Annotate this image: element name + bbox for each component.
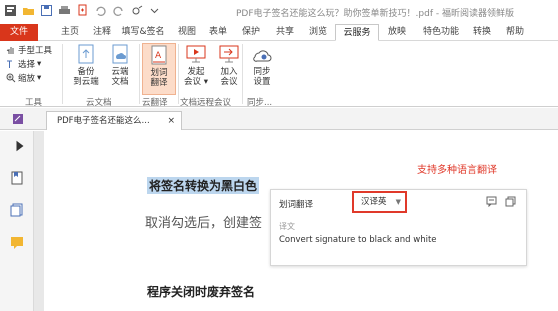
svg-text:A: A: [155, 51, 162, 61]
document-body-text: 取消勾选后，创建签: [145, 216, 263, 231]
document-tab-title: PDF电子签名还能这么...: [57, 116, 150, 126]
sync-label-1: 同步: [253, 67, 271, 77]
redo-icon[interactable]: [112, 4, 125, 17]
app-logo-icon: [5, 5, 16, 16]
tab-protect[interactable]: 保护: [239, 24, 263, 41]
start-meeting-label-2: 会议 ▾: [179, 77, 213, 87]
select-tool-button[interactable]: 选择 ▾: [6, 58, 41, 70]
translate-icon: A: [151, 45, 167, 65]
menu-bar: 文件 主页 注释 填写&签名 视图 表单 保护 共享 浏览 云服务 放映 特色功…: [0, 24, 558, 41]
tab-browse[interactable]: 浏览: [306, 24, 330, 41]
annotation-callout: 支持多种语言翻译: [417, 165, 497, 176]
save-icon[interactable]: [40, 4, 53, 17]
customize-dropdown-icon[interactable]: [148, 4, 161, 17]
pages-panel-icon[interactable]: [10, 203, 24, 217]
group-divider: [62, 44, 63, 104]
group-divider: [242, 44, 243, 104]
copy-icon[interactable]: [505, 196, 516, 207]
expand-panel-icon[interactable]: [13, 139, 27, 153]
tab-home[interactable]: 主页: [58, 24, 82, 41]
tab-comment[interactable]: 注释: [90, 24, 114, 41]
language-select-value: 汉译英: [361, 197, 387, 207]
start-meeting-label-1: 发起: [187, 67, 205, 77]
backup-label-1: 备份: [77, 67, 95, 77]
new-doc-icon[interactable]: [76, 4, 89, 17]
hand-icon: [6, 47, 14, 54]
undo-icon[interactable]: [94, 4, 107, 17]
start-meeting-label-text: 会议: [184, 77, 202, 87]
navigation-panel: [0, 131, 34, 311]
panel-resize-bar[interactable]: [34, 131, 44, 311]
hand-tool-label: 手型工具: [18, 46, 53, 56]
translate-popup: 划词翻译 汉译英 ▼ 译文 Convert signature to black…: [270, 189, 527, 266]
cloud-documents-button[interactable]: 云端 文档: [103, 43, 137, 87]
translate-popup-title: 划词翻译: [279, 200, 314, 210]
start-meeting-icon: [186, 45, 206, 63]
group-label-cloud-doc: 云文档: [86, 98, 112, 108]
comments-panel-icon[interactable]: [10, 235, 24, 249]
backup-to-cloud-button[interactable]: 备份 到云端: [69, 43, 103, 87]
hand-tool-icon[interactable]: [130, 4, 143, 17]
close-tab-icon[interactable]: ×: [167, 112, 175, 130]
comment-icon[interactable]: [486, 196, 497, 207]
zoom-tool-label: 缩放: [18, 74, 36, 84]
join-meeting-label-1: 加入: [220, 67, 238, 77]
zoom-icon: [6, 73, 16, 83]
tab-file[interactable]: 文件: [0, 24, 38, 41]
backup-cloud-icon: [78, 44, 94, 64]
translate-label-1: 划词: [150, 68, 168, 78]
tab-convert[interactable]: 转换: [470, 24, 494, 41]
document-heading-selected[interactable]: 将签名转换为黑白色: [147, 177, 260, 194]
sync-settings-button[interactable]: 同步 设置: [245, 43, 279, 87]
title-bar: PDF电子签名还能这么玩？助你签单新技巧！.pdf - 福昕阅读器领鲜版: [0, 0, 558, 24]
join-meeting-button[interactable]: 加入 会议: [212, 43, 246, 87]
document-heading-2: 程序关闭时废弃签名: [147, 285, 256, 299]
start-meeting-button[interactable]: 发起 会议 ▾: [179, 43, 213, 87]
cloud-docs-label-1: 云端: [111, 67, 129, 77]
zoom-dropdown-icon: ▾: [37, 73, 42, 83]
text-select-icon: [7, 60, 12, 68]
group-label-cloud-translate: 云翻译: [142, 98, 168, 108]
join-meeting-label-2: 会议: [220, 77, 238, 87]
tab-form[interactable]: 表单: [206, 24, 230, 41]
sync-label-2: 设置: [253, 77, 271, 87]
tab-share[interactable]: 共享: [273, 24, 297, 41]
word-translate-button[interactable]: A 划词 翻译: [142, 43, 176, 95]
group-divider: [139, 44, 140, 104]
document-tab[interactable]: PDF电子签名还能这么... ×: [46, 111, 182, 130]
open-folder-icon[interactable]: [22, 4, 35, 17]
join-meeting-icon: [219, 45, 239, 63]
tab-cloud-service[interactable]: 云服务: [335, 24, 379, 41]
cloud-document-icon: [112, 44, 128, 64]
document-tab-bar: PDF电子签名还能这么... ×: [0, 108, 558, 130]
tab-menu-icon[interactable]: [12, 113, 24, 125]
translate-label-2: 翻译: [150, 78, 168, 88]
bookmark-panel-icon[interactable]: [10, 171, 24, 185]
hand-tool-button[interactable]: 手型工具: [6, 44, 52, 56]
tab-fill-sign[interactable]: 填写&签名: [121, 24, 165, 41]
chevron-down-icon: ▼: [395, 198, 401, 206]
tab-features[interactable]: 特色功能: [419, 24, 463, 41]
translation-result: Convert signature to black and white: [279, 235, 437, 245]
tab-slideshow[interactable]: 放映: [385, 24, 409, 41]
backup-label-2: 到云端: [73, 77, 99, 87]
group-label-tools: 工具: [25, 98, 43, 108]
window-title: PDF电子签名还能这么玩？助你签单新技巧！.pdf - 福昕阅读器领鲜版: [236, 9, 514, 19]
ribbon: 手型工具 选择 ▾ 缩放 ▾ 工具 备份 到云端 云端 文档 云文档 A 划词 …: [0, 41, 558, 108]
document-page: 将签名转换为黑白色 取消勾选后，创建签 程序关闭时废弃签名 支持多种语言翻译 划…: [44, 131, 558, 311]
translation-label: 译文: [279, 222, 295, 231]
zoom-tool-button[interactable]: 缩放 ▾: [6, 72, 41, 84]
sync-settings-icon: [253, 50, 272, 62]
tab-help[interactable]: 帮助: [503, 24, 527, 41]
quick-access-toolbar: [4, 4, 161, 17]
select-dropdown-icon: ▾: [37, 59, 42, 69]
cloud-docs-label-2: 文档: [111, 77, 129, 87]
language-select[interactable]: 汉译英 ▼: [352, 191, 407, 213]
tab-view[interactable]: 视图: [175, 24, 199, 41]
group-label-remote-meeting: 文档远程会议: [180, 98, 232, 108]
print-icon[interactable]: [58, 4, 71, 17]
start-meeting-dropdown-icon: ▾: [201, 77, 208, 87]
group-label-sync: 同步...: [247, 98, 273, 108]
select-tool-label: 选择: [18, 60, 36, 70]
